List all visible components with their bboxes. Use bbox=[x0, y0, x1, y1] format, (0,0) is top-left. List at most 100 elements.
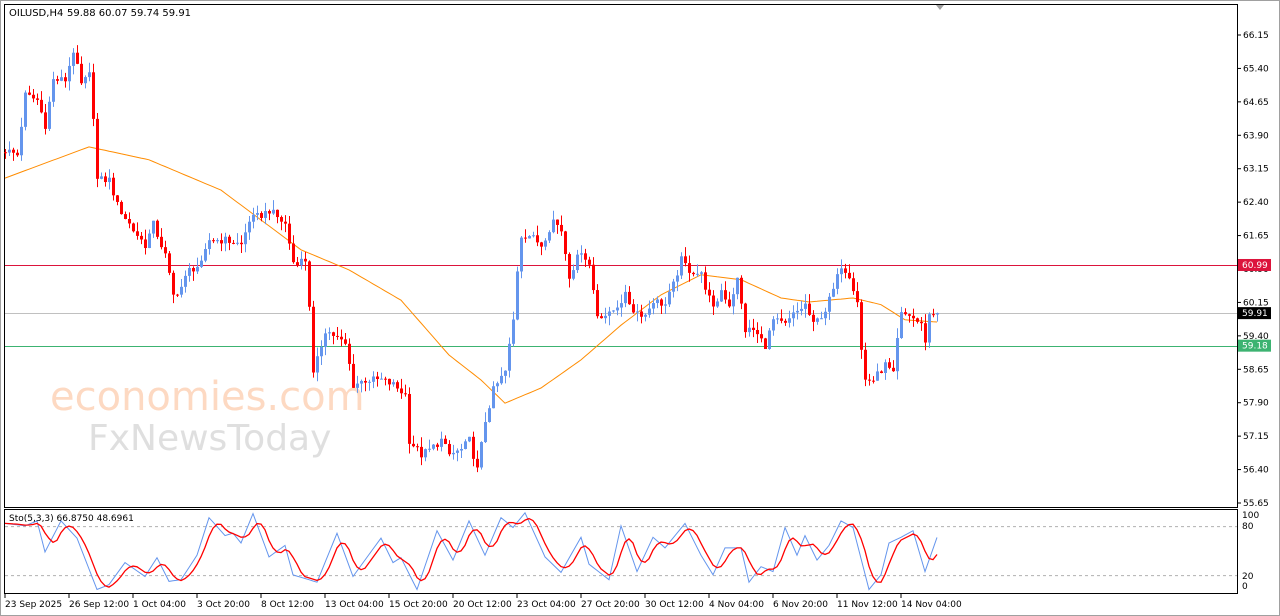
candle-body bbox=[312, 306, 315, 373]
candle-body bbox=[424, 449, 427, 458]
candle-body bbox=[384, 378, 387, 380]
candle-body bbox=[76, 52, 79, 64]
candle-body bbox=[676, 275, 679, 282]
stochastic-tick-label: 80 bbox=[1242, 522, 1254, 532]
candle-body bbox=[824, 311, 827, 319]
candle-body bbox=[360, 380, 363, 384]
candle bbox=[96, 112, 99, 188]
candle-body bbox=[460, 448, 463, 451]
candle-body bbox=[524, 237, 527, 239]
candle-body bbox=[168, 253, 171, 273]
watermark: economies.com FxNewsToday bbox=[50, 374, 365, 459]
candle-body bbox=[836, 274, 839, 289]
candle-body bbox=[28, 92, 31, 95]
background bbox=[0, 0, 1280, 616]
candle bbox=[928, 312, 931, 348]
candle-body bbox=[216, 240, 219, 242]
candle-body bbox=[732, 294, 735, 307]
candle-body bbox=[780, 318, 783, 321]
candle-body bbox=[336, 335, 339, 337]
candle-body bbox=[552, 219, 555, 233]
candle-body bbox=[128, 218, 131, 224]
candle-body bbox=[572, 270, 575, 279]
time-tick-label: 15 Oct 20:00 bbox=[389, 600, 448, 610]
watermark-fxnewstoday: FxNewsToday bbox=[88, 418, 331, 459]
current-price-label: 59.91 bbox=[1242, 309, 1268, 319]
candle bbox=[92, 63, 95, 127]
candle-body bbox=[820, 318, 823, 320]
candle-body bbox=[40, 99, 43, 113]
candle-body bbox=[788, 318, 791, 323]
candle bbox=[480, 441, 483, 470]
candle-body bbox=[720, 290, 723, 302]
candle bbox=[24, 90, 27, 131]
candle-body bbox=[444, 438, 447, 444]
candle-body bbox=[212, 240, 215, 242]
candle-body bbox=[848, 272, 851, 279]
candle-body bbox=[528, 236, 531, 239]
candle-body bbox=[728, 299, 731, 307]
candle bbox=[516, 266, 519, 321]
candle-body bbox=[864, 349, 867, 380]
candle-body bbox=[620, 303, 623, 308]
time-tick-label: 4 Nov 04:00 bbox=[709, 600, 764, 610]
candle-body bbox=[472, 436, 475, 459]
candle-body bbox=[548, 232, 551, 241]
candle-body bbox=[392, 382, 395, 385]
time-tick-label: 14 Nov 04:00 bbox=[901, 600, 962, 610]
candle bbox=[156, 219, 159, 240]
candle-body bbox=[56, 79, 59, 81]
candle-body bbox=[888, 362, 891, 368]
time-tick-label: 6 Nov 20:00 bbox=[773, 600, 828, 610]
candle-body bbox=[124, 214, 127, 219]
price-tick-label: 58.65 bbox=[1243, 365, 1269, 375]
time-tick-label: 27 Oct 20:00 bbox=[581, 600, 640, 610]
candle-body bbox=[400, 388, 403, 394]
candle-body bbox=[648, 308, 651, 315]
candle-body bbox=[636, 311, 639, 313]
candle-body bbox=[348, 343, 351, 364]
resistance-price-label: 60.99 bbox=[1242, 261, 1268, 271]
candle-body bbox=[388, 378, 391, 385]
candle-body bbox=[116, 195, 119, 202]
candle-body bbox=[236, 242, 239, 244]
candle-body bbox=[344, 339, 347, 344]
price-tick-label: 64.65 bbox=[1243, 98, 1269, 108]
candle-body bbox=[264, 211, 267, 218]
candle-body bbox=[884, 362, 887, 373]
time-tick-label: 3 Oct 20:00 bbox=[197, 600, 250, 610]
candle-body bbox=[24, 92, 27, 127]
candle-body bbox=[712, 295, 715, 307]
candle-body bbox=[584, 253, 587, 260]
candle-body bbox=[692, 272, 695, 275]
candle-body bbox=[84, 77, 87, 84]
candle-body bbox=[440, 438, 443, 447]
candle-body bbox=[200, 260, 203, 267]
time-tick-label: 23 Sep 2025 bbox=[5, 600, 62, 610]
candle-body bbox=[208, 240, 211, 250]
candle-body bbox=[640, 311, 643, 317]
candle-body bbox=[740, 277, 743, 304]
candle-body bbox=[204, 249, 207, 261]
candle-body bbox=[504, 370, 507, 376]
candle-body bbox=[468, 436, 471, 442]
candle-body bbox=[872, 380, 875, 382]
candle-body bbox=[356, 383, 359, 388]
candle-body bbox=[16, 152, 19, 156]
candle-body bbox=[164, 247, 167, 254]
candle-body bbox=[668, 291, 671, 305]
candle-body bbox=[892, 367, 895, 372]
candle-body bbox=[768, 330, 771, 350]
candle-body bbox=[132, 223, 135, 232]
candle-body bbox=[72, 52, 75, 66]
candle-body bbox=[828, 296, 831, 312]
candle-body bbox=[420, 446, 423, 458]
candle-body bbox=[772, 319, 775, 331]
candle-body bbox=[608, 311, 611, 316]
candle-body bbox=[600, 316, 603, 319]
price-axis: 66.1565.4064.6563.9063.1562.4061.6560.90… bbox=[1237, 31, 1271, 509]
candle-body bbox=[664, 304, 667, 306]
candle-body bbox=[580, 253, 583, 255]
candle-body bbox=[508, 343, 511, 371]
candle-body bbox=[176, 294, 179, 296]
